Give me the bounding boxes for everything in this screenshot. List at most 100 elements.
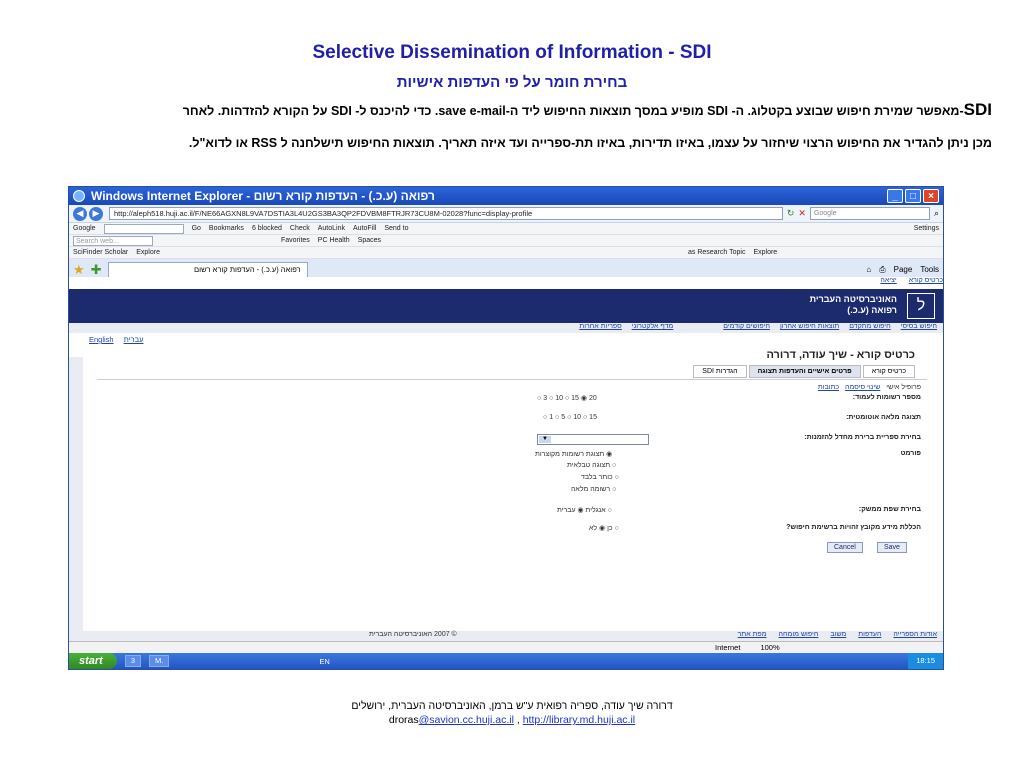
toolbar-explore-button[interactable]: Explore <box>753 249 777 256</box>
footer-expert-search[interactable]: חיפוש מומחה <box>779 631 819 641</box>
tab-reader-card[interactable]: כרטיס קורא <box>862 365 915 378</box>
menu-eshelf[interactable]: מדף אלקטרוני <box>632 323 673 333</box>
format-option-3[interactable]: ○ כותר בלבד <box>581 474 619 481</box>
menu-group2: מדף אלקטרוני ספריות אחרות <box>579 323 673 333</box>
toolbar-pchealth[interactable]: PC Health <box>318 237 350 244</box>
link-profile[interactable]: פרופיל אישי <box>886 384 921 391</box>
site-banner: ל האוניברסיטה העברית רפואה (ע.כ.) <box>69 289 943 323</box>
menu-basic-search[interactable]: חיפוש בסיסי <box>901 323 937 333</box>
print-icon[interactable]: ⎙ <box>879 265 885 275</box>
sdi-label: SDI <box>963 100 992 119</box>
browser-tab[interactable]: רפואה (ע.כ.) - העדפות קורא רשום <box>107 261 308 278</box>
search-icon[interactable]: ⌕ <box>934 208 939 219</box>
save-button[interactable]: Save <box>877 542 907 553</box>
toolbar-research-topic[interactable]: as Research Topic <box>688 249 745 256</box>
preferences-form: פרופיל אישי שינוי סיסמה כתובות מספר רשומ… <box>97 379 927 567</box>
footer-feedback[interactable]: משוב <box>830 631 846 641</box>
window-title: רפואה (ע.כ.) - העדפות קורא רשום - Window… <box>91 189 435 203</box>
toolbar-favorites[interactable]: Favorites <box>281 237 310 244</box>
cancel-button[interactable]: Cancel <box>827 542 863 553</box>
ie-icon <box>73 190 85 202</box>
url-input[interactable]: http://aleph518.huji.ac.il/F/NE66AGXN8L9… <box>109 207 783 220</box>
chevron-down-icon[interactable]: ▼ <box>539 436 551 443</box>
refresh-icon[interactable]: ↻ <box>787 208 795 219</box>
identity-label: הכללת מידע מקובץ זהויות ברשימת חיפוש? <box>786 524 921 531</box>
page-menu[interactable]: Page <box>894 265 913 275</box>
stop-icon[interactable]: ✕ <box>798 208 806 219</box>
toolbar-autolink[interactable]: AutoLink <box>318 225 345 232</box>
link-logout[interactable]: יציאה <box>880 277 896 289</box>
google-toolbar: Google Go Bookmarks 6 blocked Check Auto… <box>69 223 943 235</box>
toolbar-sendto[interactable]: Send to <box>384 225 408 232</box>
toolbar-autofill[interactable]: AutoFill <box>353 225 376 232</box>
scifinder-toolbar: SciFinder Scholar Explore as Research To… <box>69 247 943 259</box>
records-radio-group[interactable]: 20 ◉ 15 ○ 10 ○ 3 ○ <box>537 394 597 402</box>
menu-previous-searches[interactable]: חיפושים קודמים <box>723 323 770 333</box>
language-radio-group[interactable]: ○ אנגלית ◉ עברית <box>557 506 612 514</box>
toolbar-blocked[interactable]: 6 blocked <box>252 225 282 232</box>
slide-description-line2: מכן ניתן להגדיר את החיפוש הרצוי שיחזור ע… <box>188 136 992 150</box>
toolbar-check[interactable]: Check <box>290 225 310 232</box>
library-select[interactable]: ▼ <box>537 434 649 445</box>
identity-radio-group[interactable]: ○ כן ◉ לא <box>589 524 619 532</box>
language-indicator[interactable]: EN <box>319 657 329 666</box>
format-option-2[interactable]: ○ תצוגה טבלאית <box>567 462 616 469</box>
tools-menu[interactable]: Tools <box>920 265 939 275</box>
footer-sitemap[interactable]: מפת אתר <box>738 631 767 641</box>
sub-tabs: כרטיס קורא פרטים אישיים והעדפות תצוגה הג… <box>691 365 915 378</box>
lang-english[interactable]: English <box>89 335 114 347</box>
lang-hebrew[interactable]: עברית <box>124 335 144 347</box>
toolbar-google[interactable]: Google <box>73 225 96 232</box>
tab-preferences[interactable]: פרטים אישיים והעדפות תצוגה <box>748 365 861 378</box>
tab-sdi[interactable]: הגדרות SDI <box>693 365 747 378</box>
taskbar-item-ie[interactable]: 3 <box>124 655 142 667</box>
maximize-icon[interactable]: □ <box>905 189 921 203</box>
web-page: כרטיס קורא יציאה ל האוניברסיטה העברית רפ… <box>69 277 943 641</box>
toolbar-bookmarks[interactable]: Bookmarks <box>209 225 244 232</box>
library-label: בחירת ספריית ברירת מחדל להזמנות: <box>804 434 921 441</box>
status-bar: Internet 100% <box>69 641 943 653</box>
page-footer: אודות הספרייה העדפות משוב חיפוש מומחה מפ… <box>69 631 943 641</box>
close-icon[interactable]: × <box>923 189 939 203</box>
toolbar-settings[interactable]: Settings <box>914 225 939 232</box>
favorites-star-icon[interactable]: ★ <box>73 262 85 278</box>
profile-links: פרופיל אישי שינוי סיסמה כתובות <box>814 384 921 391</box>
add-favorite-icon[interactable]: ✚ <box>91 262 102 278</box>
university-logo-icon: ל <box>907 293 935 319</box>
forward-icon[interactable]: ▶ <box>89 206 103 221</box>
search-input[interactable]: Google <box>809 207 930 220</box>
taskbar-item-m[interactable]: M. <box>149 655 170 667</box>
windows-taskbar: start 3 M. EN 18:15 <box>69 653 943 669</box>
format-option-4[interactable]: ○ רשומה מלאה <box>571 486 616 493</box>
google-field[interactable] <box>103 223 184 234</box>
menu-other-libraries[interactable]: ספריות אחרות <box>579 323 621 333</box>
toolbar-spaces[interactable]: Spaces <box>358 237 381 244</box>
link-addresses[interactable]: כתובות <box>818 384 839 391</box>
email-link[interactable]: @savion.cc.huji.ac.il <box>419 714 514 726</box>
toolbar-scifinder[interactable]: SciFinder Scholar <box>73 249 128 256</box>
address-bar: ◀ ▶ http://aleph518.huji.ac.il/F/NE66AGX… <box>69 205 943 223</box>
link-reader-card[interactable]: כרטיס קורא <box>909 277 943 289</box>
window-titlebar: רפואה (ע.כ.) - העדפות קורא רשום - Window… <box>69 187 943 205</box>
home-icon[interactable]: ⌂ <box>866 265 871 275</box>
back-icon[interactable]: ◀ <box>73 206 87 221</box>
start-button[interactable]: start <box>69 653 117 669</box>
menu-last-results[interactable]: תוצאות חיפוש אחרון <box>780 323 839 333</box>
full-view-radio-group[interactable]: 15 ○ 10 ○ 5 ○ 1 ○ <box>543 414 597 421</box>
link-change-password[interactable]: שינוי סיסמה <box>845 384 880 391</box>
records-label: מספר רשומות לעמוד: <box>852 394 921 401</box>
format-label: פורמט <box>900 450 921 457</box>
faculty-label: רפואה (ע.כ.) <box>847 305 897 315</box>
zoom-level[interactable]: 100% <box>760 643 779 652</box>
web-search-input[interactable]: Search web... <box>73 235 153 246</box>
toolbar-explore[interactable]: Explore <box>136 249 160 256</box>
footer-preferences[interactable]: העדפות <box>858 631 881 641</box>
minimize-icon[interactable]: _ <box>887 189 903 203</box>
menu-advanced-search[interactable]: חיפוש מתקדם <box>849 323 890 333</box>
footer-about[interactable]: אודות הספרייה <box>893 631 937 641</box>
format-option-1[interactable]: ◉ תצוגת רשומות מקוצרות <box>535 450 612 458</box>
library-url-link[interactable]: http://library.md.huji.ac.il <box>523 714 635 726</box>
toolbar-go[interactable]: Go <box>192 225 201 232</box>
language-label: בחירת שפת ממשק: <box>858 506 921 513</box>
footer-copyright: © 2007 האוניברסיטה העברית <box>369 631 457 638</box>
